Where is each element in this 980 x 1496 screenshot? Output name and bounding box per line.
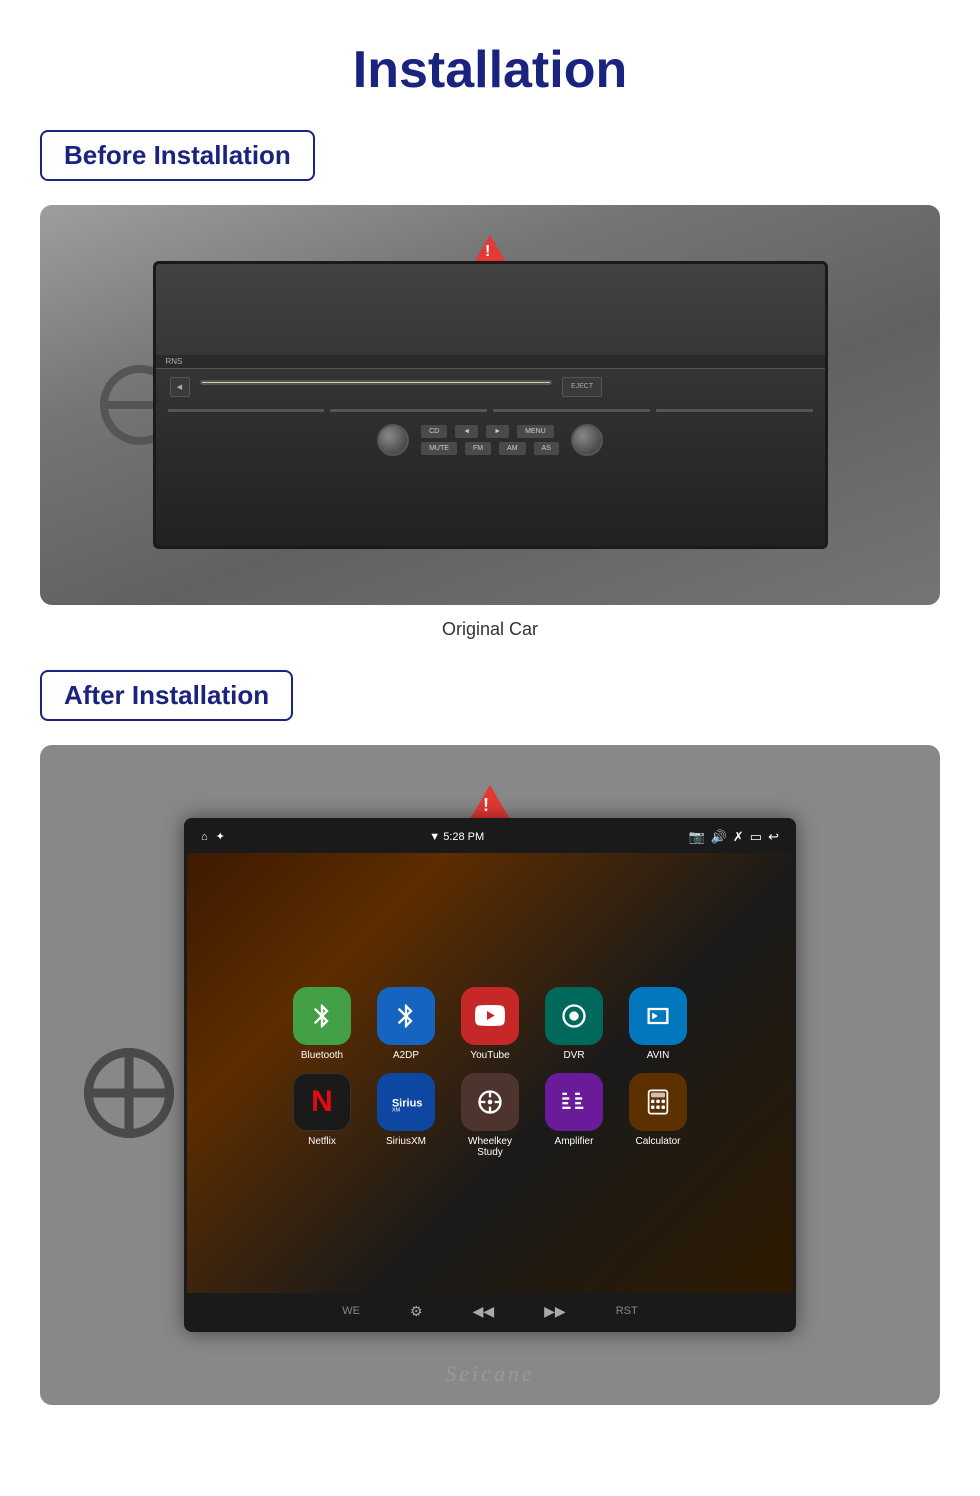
dvr-icon bbox=[545, 987, 603, 1045]
forward-button: ► bbox=[486, 425, 509, 438]
radio-controls: CD ◄ ► MENU MUTE FM AM AS bbox=[377, 424, 603, 456]
bluetooth-label: Bluetooth bbox=[301, 1050, 343, 1061]
original-radio-unit: RNS ◀ EJECT CD ◄ ► M bbox=[153, 261, 828, 549]
radio-knob-left bbox=[377, 424, 409, 456]
wheelkey-icon bbox=[461, 1073, 519, 1131]
bluetooth-icon bbox=[293, 987, 351, 1045]
signal-icon: ▼ bbox=[429, 831, 440, 843]
app-grid: Bluetooth A2DP bbox=[187, 853, 793, 1294]
android-head-unit: ⌂ ✦ ▼ 5:28 PM 📷 🔊 ✗ ▭ ↩ bbox=[184, 818, 796, 1333]
calculator-app[interactable]: Calculator bbox=[623, 1073, 693, 1158]
nav-we: WE bbox=[342, 1305, 360, 1317]
after-installation-badge: After Installation bbox=[40, 670, 293, 721]
a2dp-app[interactable]: A2DP bbox=[371, 987, 441, 1061]
before-installation-badge: Before Installation bbox=[40, 130, 315, 181]
avin-icon bbox=[629, 987, 687, 1045]
settings-icon: ✦ bbox=[216, 830, 225, 843]
app-row-1: Bluetooth A2DP bbox=[287, 987, 693, 1061]
after-car-image: ! ⌂ ✦ ▼ 5:28 PM 📷 🔊 ✗ bbox=[40, 745, 940, 1405]
mute-button: MUTE bbox=[421, 442, 457, 455]
dvr-app[interactable]: DVR bbox=[539, 987, 609, 1061]
status-bar: ⌂ ✦ ▼ 5:28 PM 📷 🔊 ✗ ▭ ↩ bbox=[187, 821, 793, 853]
after-section: After Installation bbox=[40, 670, 940, 745]
nav-settings[interactable]: ⚙ bbox=[410, 1303, 423, 1320]
android-nav-bar: WE ⚙ ◀◀ ▶▶ RST bbox=[187, 1293, 793, 1329]
steering-wheel-after bbox=[84, 1048, 174, 1138]
bluetooth-app[interactable]: Bluetooth bbox=[287, 987, 357, 1061]
page-title: Installation bbox=[40, 20, 940, 130]
menu-button: MENU bbox=[517, 425, 554, 438]
before-image-caption: Original Car bbox=[40, 619, 940, 640]
nav-rst: RST bbox=[616, 1305, 638, 1317]
youtube-label: YouTube bbox=[470, 1050, 509, 1061]
before-car-image: RNS ◀ EJECT CD ◄ ► M bbox=[40, 205, 940, 605]
siriusxm-app[interactable]: Sirius XM SiriusXM bbox=[371, 1073, 441, 1158]
app-row-2: N Netflix Sirius XM SiriusXM bbox=[287, 1073, 693, 1158]
back-button: ◄ bbox=[455, 425, 478, 438]
seicane-brand: Seicane bbox=[445, 1361, 534, 1387]
home-icon: ⌂ bbox=[201, 831, 208, 843]
fm-button: FM bbox=[465, 442, 491, 455]
close-icon: ✗ bbox=[733, 829, 744, 845]
avin-app[interactable]: AVIN bbox=[623, 987, 693, 1061]
a2dp-icon bbox=[377, 987, 435, 1045]
status-left: ⌂ ✦ bbox=[201, 830, 225, 843]
page-container: Installation Before Installation RNS ◀ E… bbox=[0, 0, 980, 1445]
siriusxm-icon: Sirius XM bbox=[377, 1073, 435, 1131]
siriusxm-label: SiriusXM bbox=[386, 1136, 426, 1147]
netflix-label: Netflix bbox=[308, 1136, 336, 1147]
amplifier-app[interactable]: Amplifier bbox=[539, 1073, 609, 1158]
wheelkey-app[interactable]: Wheelkey Study bbox=[455, 1073, 525, 1158]
svg-text:XM: XM bbox=[392, 1108, 401, 1114]
amplifier-icon bbox=[545, 1073, 603, 1131]
dvr-label: DVR bbox=[563, 1050, 584, 1061]
youtube-app[interactable]: YouTube bbox=[455, 987, 525, 1061]
calculator-icon bbox=[629, 1073, 687, 1131]
radio-knob-right bbox=[571, 424, 603, 456]
nav-next[interactable]: ▶▶ bbox=[544, 1303, 566, 1320]
a2dp-label: A2DP bbox=[393, 1050, 419, 1061]
netflix-icon: N bbox=[293, 1073, 351, 1131]
cd-button: CD bbox=[421, 425, 447, 438]
back-icon: ↩ bbox=[768, 829, 779, 845]
radio-display bbox=[200, 380, 553, 386]
amplifier-label: Amplifier bbox=[555, 1136, 594, 1147]
calculator-label: Calculator bbox=[635, 1136, 680, 1147]
volume-icon: 🔊 bbox=[711, 829, 727, 845]
status-time: ▼ 5:28 PM bbox=[429, 831, 484, 843]
am-button: AM bbox=[499, 442, 526, 455]
nav-prev[interactable]: ◀◀ bbox=[473, 1303, 495, 1320]
camera-icon: 📷 bbox=[689, 829, 705, 845]
as-button: AS bbox=[534, 442, 559, 455]
avin-label: AVIN bbox=[647, 1050, 670, 1061]
youtube-icon bbox=[461, 987, 519, 1045]
wheelkey-label: Wheelkey Study bbox=[455, 1136, 525, 1158]
status-right: 📷 🔊 ✗ ▭ ↩ bbox=[689, 829, 779, 845]
window-icon: ▭ bbox=[750, 829, 762, 845]
netflix-app[interactable]: N Netflix bbox=[287, 1073, 357, 1158]
